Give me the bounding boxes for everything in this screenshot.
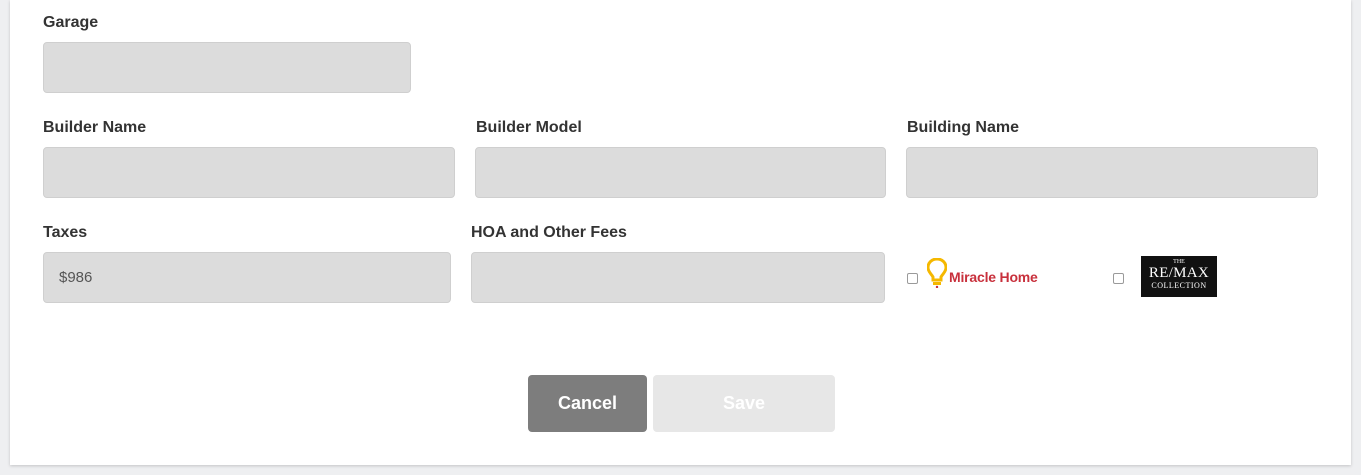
listing-form-card: Garage Builder Name Builder Model Buildi… — [10, 0, 1351, 465]
remax-collection-logo: THE RE/MAX COLLECTION — [1141, 256, 1217, 297]
building-name-input[interactable] — [906, 147, 1318, 198]
hoa-fees-label: HOA and Other Fees — [471, 224, 627, 241]
builder-model-label: Builder Model — [476, 119, 582, 136]
cancel-button[interactable]: Cancel — [528, 375, 647, 432]
remax-line-collection: COLLECTION — [1151, 281, 1207, 290]
taxes-label: Taxes — [43, 224, 88, 241]
lightbulb-icon — [926, 257, 948, 289]
remax-collection-checkbox[interactable] — [1113, 273, 1124, 284]
builder-model-input[interactable] — [475, 147, 886, 198]
remax-line-brand: RE/MAX — [1148, 265, 1210, 281]
miracle-home-logo: Miracle Home — [926, 257, 1038, 290]
save-button[interactable]: Save — [653, 375, 835, 432]
building-name-label: Building Name — [907, 119, 1020, 136]
garage-input[interactable] — [43, 42, 411, 93]
taxes-input[interactable]: $986 — [43, 252, 451, 303]
garage-label: Garage — [43, 14, 99, 31]
hoa-fees-input[interactable] — [471, 252, 885, 303]
miracle-home-checkbox[interactable] — [907, 273, 918, 284]
miracle-home-text: Miracle Home — [949, 269, 1038, 285]
builder-name-label: Builder Name — [43, 119, 147, 136]
builder-name-input[interactable] — [43, 147, 455, 198]
